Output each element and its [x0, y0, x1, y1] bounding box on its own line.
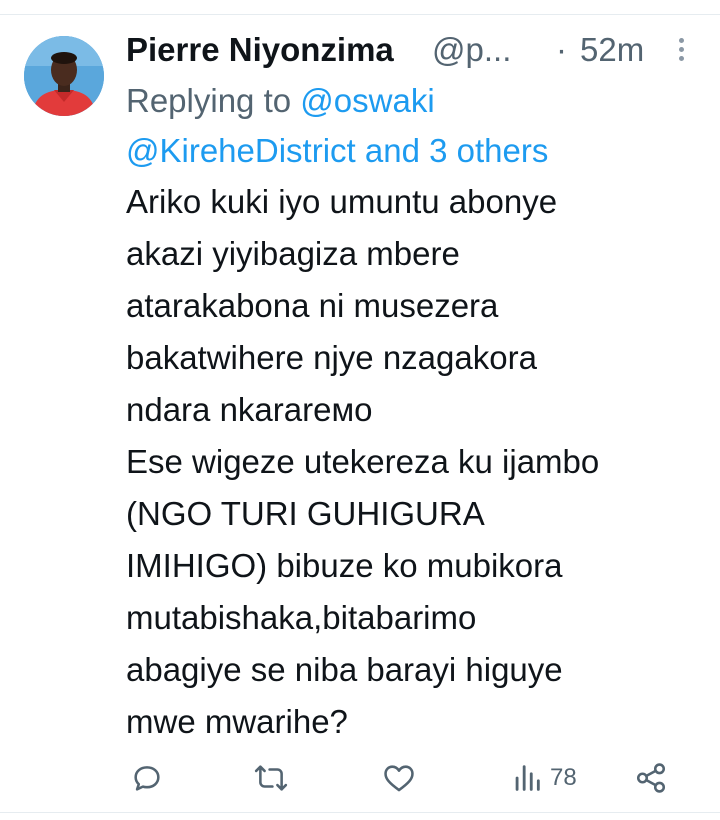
avatar[interactable] [24, 36, 104, 116]
more-vertical-icon[interactable] [666, 34, 696, 66]
mention-kirehedistrict[interactable]: @KireheDistrict [126, 132, 356, 169]
views-button[interactable]: 78 [510, 752, 577, 804]
replying-line-2: @KireheDistrict and 3 others [126, 126, 706, 176]
bottom-divider [0, 812, 720, 813]
display-name[interactable]: Pierre Niyonzima [126, 28, 394, 72]
reply-button[interactable] [130, 752, 164, 804]
like-button[interactable] [382, 752, 416, 804]
retweet-button[interactable] [254, 752, 288, 804]
timestamp[interactable]: 52m [580, 28, 644, 72]
retweet-icon [254, 765, 288, 791]
replying-line-1: Replying to @oswaki [126, 76, 706, 126]
replying-and[interactable]: and [365, 132, 420, 169]
replying-prefix: Replying to [126, 82, 292, 119]
share-button[interactable] [634, 752, 668, 804]
separator-dot: · [556, 31, 567, 68]
action-bar: 78 [126, 752, 686, 804]
tweet-body: Ariko kuki iyo umuntu abonye akazi yiyib… [126, 183, 600, 740]
share-icon [636, 763, 666, 793]
tweet-header: Pierre Niyonzima @p... · 52m [126, 28, 686, 72]
mention-oswaki[interactable]: @oswaki [300, 82, 434, 119]
user-handle[interactable]: @p... [432, 28, 511, 72]
views-count: 78 [550, 764, 577, 791]
like-icon [384, 765, 414, 792]
reply-icon [134, 766, 160, 791]
replying-to: Replying to @oswaki @KireheDistrict and … [126, 76, 706, 176]
mention-others[interactable]: 3 others [429, 132, 548, 169]
views-icon [515, 765, 540, 791]
avatar-image [24, 36, 104, 116]
top-divider [0, 14, 720, 15]
